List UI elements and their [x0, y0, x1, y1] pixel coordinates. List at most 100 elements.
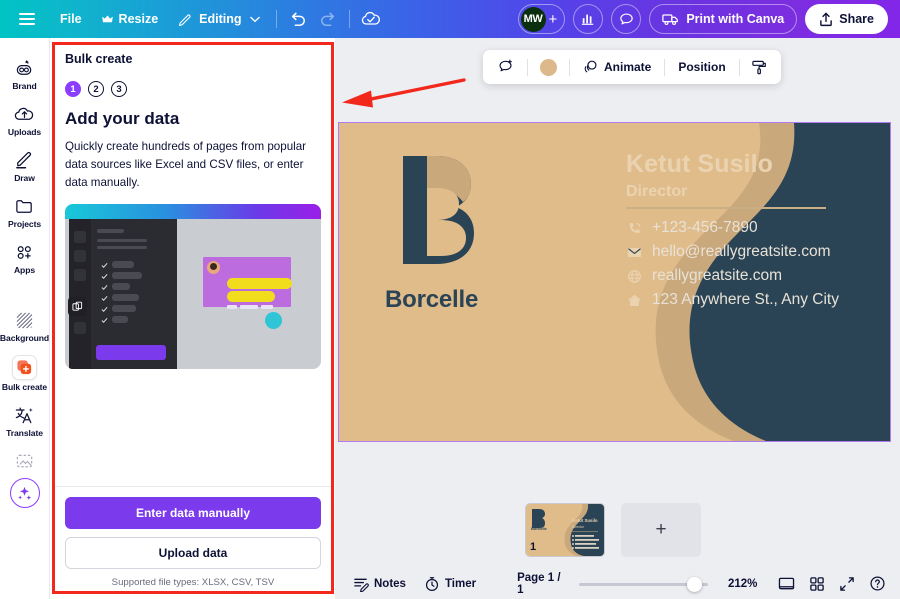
insights-button[interactable] — [573, 4, 604, 34]
illustration-rail-sq-1 — [74, 230, 86, 243]
illustration-line-3 — [97, 245, 147, 249]
animate-icon — [584, 60, 597, 73]
panel-title: Bulk create — [65, 52, 133, 66]
sidebar-item-partial[interactable] — [0, 40, 49, 50]
illustration-avatar — [207, 260, 220, 274]
delivery-truck-icon — [662, 14, 679, 26]
person-name: Ketut Susilo — [626, 150, 774, 178]
zoom-slider-knob[interactable] — [686, 576, 702, 592]
zoom-slider[interactable] — [578, 576, 708, 592]
resize-button[interactable]: Resize — [92, 5, 169, 33]
grid-view-button[interactable] — [806, 572, 828, 596]
apps-grid-icon — [14, 241, 36, 263]
single-page-view-icon — [778, 577, 795, 590]
magic-studio-button[interactable] — [9, 478, 40, 508]
undo-icon — [291, 12, 305, 26]
sidebar-item-label: Uploads — [7, 127, 42, 137]
bulk-create-illustration — [65, 203, 321, 369]
illustration-row-2 — [112, 271, 142, 279]
contact-value: +123-456-7890 — [652, 219, 758, 236]
help-button[interactable] — [867, 572, 889, 596]
checkmark-icon — [101, 262, 108, 268]
page-thumbnail-1[interactable]: Borcelle Ketut Susilo Director 1 — [525, 503, 605, 557]
magic-sparkle-icon — [18, 486, 32, 500]
business-card-canvas[interactable]: Borcelle Ketut Susilo Director +123-456-… — [338, 122, 891, 442]
step-1[interactable]: 1 — [65, 81, 81, 97]
sidebar-item-uploads[interactable]: Uploads — [0, 96, 49, 142]
illustration-purple-button — [96, 344, 166, 360]
comments-button[interactable] — [611, 4, 642, 34]
copy-style-button[interactable] — [746, 54, 773, 80]
panel-header: Bulk create 1 2 3 Add your data Quickly … — [52, 40, 334, 192]
sidebar-item-apps[interactable]: Apps — [0, 234, 49, 280]
top-toolbar-left: File Resize Editing — [0, 5, 386, 33]
sidebar-item-projects[interactable]: Projects — [0, 188, 49, 234]
fullscreen-icon — [840, 576, 855, 591]
collaborators-button[interactable]: MW + — [517, 4, 566, 34]
float-toolbar-divider-1 — [527, 58, 528, 76]
sidebar-item-brand[interactable]: Brand — [0, 50, 49, 96]
hamburger-menu-button[interactable] — [12, 5, 42, 33]
position-button[interactable]: Position — [671, 54, 732, 80]
help-question-icon — [870, 576, 885, 591]
step-3[interactable]: 3 — [111, 81, 127, 97]
illustration-yellow-bar-1 — [227, 277, 292, 289]
timer-label: Timer — [444, 577, 477, 590]
sidebar-item-extra[interactable] — [0, 443, 49, 472]
bottom-status-bar: Notes Timer Page 1 / 1 212% — [335, 568, 900, 599]
editing-mode-button[interactable]: Editing — [168, 5, 269, 33]
float-toolbar-divider-2 — [569, 58, 570, 76]
share-label: Share — [839, 12, 874, 26]
color-swatch-button[interactable] — [534, 54, 563, 80]
bulk-create-icon — [12, 355, 37, 380]
sidebar-item-draw[interactable]: Draw — [0, 142, 49, 188]
add-comment-button[interactable] — [491, 54, 521, 80]
illustration-gradient-bar — [65, 203, 321, 219]
mail-icon — [626, 244, 643, 261]
upload-data-button[interactable]: Upload data — [65, 537, 321, 569]
enter-data-manually-button[interactable]: Enter data manually — [65, 497, 321, 529]
add-page-button[interactable]: + — [621, 503, 701, 557]
comment-bubble-icon — [620, 12, 633, 24]
illustration-row-1 — [112, 260, 134, 268]
sidebar-item-background[interactable]: Background — [0, 302, 50, 348]
panel-spacer — [52, 369, 334, 486]
undo-button[interactable] — [283, 5, 313, 33]
contact-row: +123-456-7890 — [626, 219, 839, 237]
cloud-saved-button[interactable] — [356, 5, 386, 33]
page-number-badge: 1 — [530, 541, 537, 553]
animate-button[interactable]: Animate — [576, 54, 658, 80]
notes-button[interactable]: Notes — [346, 572, 413, 596]
share-button[interactable]: Share — [805, 4, 888, 34]
chevron-down-icon — [249, 16, 260, 22]
add-collaborator-label: + — [548, 10, 558, 28]
notes-label: Notes — [374, 577, 406, 590]
person-role: Director — [626, 183, 688, 200]
illustration-row-4 — [112, 293, 139, 301]
resize-label: Resize — [118, 12, 159, 26]
brand-name: Borcelle — [385, 286, 479, 313]
file-menu-button[interactable]: File — [50, 5, 92, 33]
sidebar-item-label: Background — [0, 333, 50, 343]
illustration-meta-3 — [261, 304, 273, 309]
timer-button[interactable]: Timer — [417, 572, 483, 596]
zoom-value: 212% — [727, 577, 758, 590]
redo-button[interactable] — [313, 5, 343, 33]
share-upload-icon — [820, 12, 833, 26]
print-with-canva-button[interactable]: Print with Canva — [649, 4, 798, 34]
svg-text:Ketut Susilo: Ketut Susilo — [572, 518, 598, 523]
sidebar-item-translate[interactable]: Translate — [0, 397, 49, 443]
illustration-rail-sq-2 — [74, 249, 86, 262]
editor-canvas-area: Animate Position Borcelle Ketut Susilo D… — [335, 38, 900, 599]
animate-label: Animate — [604, 60, 652, 74]
single-page-view-button[interactable] — [775, 572, 797, 596]
fullscreen-button[interactable] — [836, 572, 858, 596]
checkmark-icon — [101, 317, 108, 323]
sidebar-item-bulk-create[interactable]: Bulk create — [0, 348, 49, 397]
contact-value: 123 Anywhere St., Any City — [652, 291, 839, 308]
duplicate-icon — [72, 301, 83, 311]
sidebar-item-label: Draw — [14, 173, 35, 183]
add-comment-icon — [499, 59, 512, 72]
step-2[interactable]: 2 — [88, 81, 104, 97]
illustration-meta-1 — [227, 304, 237, 309]
